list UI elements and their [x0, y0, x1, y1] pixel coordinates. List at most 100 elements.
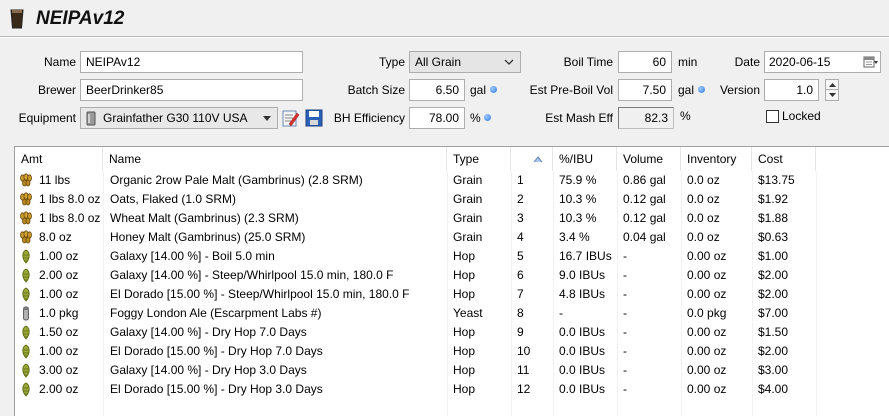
cell-volume: - — [623, 382, 627, 396]
table-row[interactable]: 2.00 oz Galaxy [14.00 %] - Steep/Whirlpoo… — [15, 266, 889, 285]
cell-order: 9 — [517, 325, 524, 339]
version-spinner[interactable] — [825, 79, 839, 101]
mash-eff-value: 82.3 — [618, 107, 674, 129]
cell-name: Galaxy [14.00 %] - Dry Hop 7.0 Days — [110, 325, 307, 339]
bh-efficiency-indicator-icon[interactable] — [484, 114, 491, 121]
table-row[interactable]: 2.00 oz El Dorado [15.00 %] - Dry Hop 3.0… — [15, 380, 889, 399]
chevron-up-icon — [829, 83, 836, 87]
cell-type: Hop — [453, 363, 476, 377]
date-value: 2020-06-15 — [769, 55, 831, 69]
equipment-select[interactable]: Grainfather G30 110V USA — [80, 107, 278, 129]
hop-icon — [19, 287, 33, 302]
cell-ibu: 4.8 IBUs — [559, 287, 606, 301]
chevron-down-icon — [504, 59, 514, 65]
table-row[interactable]: 1 lbs 8.0 oz Wheat Malt (Gambrinus) (2.3 … — [15, 209, 889, 228]
cell-cost: $2.00 — [758, 344, 789, 358]
boil-time-unit: min — [678, 55, 698, 69]
cell-cost: $0.63 — [758, 230, 789, 244]
cell-amt: 2.00 oz — [39, 382, 79, 396]
locked-checkbox[interactable] — [766, 110, 779, 123]
cell-order: 5 — [517, 249, 524, 263]
cell-amt: 1.50 oz — [39, 325, 79, 339]
mash-eff-label: Est Mash Eff — [545, 111, 613, 125]
pre-boil-vol-indicator-icon[interactable] — [698, 86, 705, 93]
cell-type: Hop — [453, 287, 476, 301]
spin-down-button[interactable] — [826, 90, 838, 100]
pre-boil-vol-label: Est Pre-Boil Vol — [529, 83, 613, 97]
bh-efficiency-label: BH Efficiency — [333, 111, 405, 125]
name-input[interactable]: NEIPAv12 — [80, 51, 303, 73]
table-row[interactable]: 11 lbs Organic 2row Pale Malt (Gambrinus)… — [15, 171, 889, 190]
cell-name: Wheat Malt (Gambrinus) (2.3 SRM) — [110, 211, 299, 225]
cell-amt: 1 lbs 8.0 oz — [39, 192, 101, 206]
sort-ascending-icon — [533, 156, 543, 163]
cell-volume: - — [623, 249, 627, 263]
cell-cost: $1.88 — [758, 211, 789, 225]
type-value: All Grain — [415, 55, 462, 69]
cell-order: 11 — [517, 363, 530, 377]
table-row[interactable]: 1.00 oz El Dorado [15.00 %] - Dry Hop 7.0… — [15, 342, 889, 361]
brewer-input[interactable]: BeerDrinker85 — [80, 79, 303, 101]
equipment-value: Grainfather G30 110V USA — [103, 111, 248, 125]
calendar-icon[interactable] — [862, 54, 878, 70]
bh-efficiency-input[interactable]: 78.00 — [409, 107, 465, 129]
cell-type: Grain — [453, 192, 483, 206]
col-header-name[interactable]: Name — [103, 147, 447, 171]
cell-volume: - — [623, 306, 627, 320]
chevron-down-icon — [829, 93, 836, 97]
batch-size-unit: gal — [470, 83, 487, 97]
locked-label: Locked — [782, 109, 821, 123]
cell-name: Galaxy [14.00 %] - Dry Hop 3.0 Days — [110, 363, 307, 377]
col-header-order[interactable] — [511, 147, 553, 171]
col-header-ibu[interactable]: %/IBU — [553, 147, 617, 171]
cell-ibu: 0.0 IBUs — [559, 344, 606, 358]
equipment-label: Equipment — [18, 111, 76, 125]
date-input[interactable]: 2020-06-15 — [764, 51, 881, 73]
col-header-cost[interactable]: Cost — [752, 147, 816, 171]
table-row[interactable]: 1.50 oz Galaxy [14.00 %] - Dry Hop 7.0 Da… — [15, 323, 889, 342]
table-row[interactable]: 3.00 oz Galaxy [14.00 %] - Dry Hop 3.0 Da… — [15, 361, 889, 380]
grain-icon — [19, 192, 33, 207]
cell-name: El Dorado [15.00 %] - Steep/Whirlpool 15… — [110, 287, 410, 301]
batch-size-indicator-icon[interactable] — [490, 86, 497, 93]
col-header-amt[interactable]: Amt — [15, 147, 103, 171]
cell-inventory: 0.00 oz — [687, 344, 727, 358]
cell-ibu: 10.3 % — [559, 192, 597, 206]
cell-ibu: 0.0 IBUs — [559, 325, 606, 339]
type-select[interactable]: All Grain — [409, 51, 521, 73]
col-header-volume[interactable]: Volume — [617, 147, 681, 171]
yeast-icon — [19, 306, 33, 321]
spin-up-button[interactable] — [826, 80, 838, 90]
table-row[interactable]: 1.0 pkg Foggy London Ale (Escarpment Labs… — [15, 304, 889, 323]
cell-order: 7 — [517, 287, 524, 301]
brewer-label: Brewer — [37, 83, 76, 97]
batch-size-input[interactable]: 6.50 — [409, 79, 465, 101]
recipe-title: NEIPAv12 — [36, 8, 125, 29]
mash-eff-unit: % — [680, 109, 691, 123]
cell-name: Galaxy [14.00 %] - Boil 5.0 min — [110, 249, 275, 263]
cell-amt: 11 lbs — [39, 173, 71, 187]
hop-icon — [19, 363, 33, 378]
table-row[interactable]: 1.00 oz El Dorado [15.00 %] - Steep/Whirl… — [15, 285, 889, 304]
cell-name: Foggy London Ale (Escarpment Labs #) — [110, 306, 322, 320]
col-header-type[interactable]: Type — [447, 147, 511, 171]
table-row[interactable]: 1 lbs 8.0 oz Oats, Flaked (1.0 SRM) Grain 2… — [15, 190, 889, 209]
cell-name: El Dorado [15.00 %] - Dry Hop 3.0 Days — [110, 382, 323, 396]
cell-amt: 1.00 oz — [39, 249, 79, 263]
cell-inventory: 0.0 oz — [687, 230, 720, 244]
cell-order: 6 — [517, 268, 524, 282]
date-label: Date — [734, 55, 760, 69]
table-row[interactable]: 1.00 oz Galaxy [14.00 %] - Boil 5.0 min Ho… — [15, 247, 889, 266]
type-label: Type — [378, 55, 405, 69]
table-row[interactable]: 8.0 oz Honey Malt (Gambrinus) (25.0 SRM) G… — [15, 228, 889, 247]
pre-boil-vol-input[interactable]: 7.50 — [618, 79, 672, 101]
cell-volume: 0.86 gal — [623, 173, 666, 187]
edit-equipment-icon[interactable] — [281, 108, 301, 128]
col-header-inventory[interactable]: Inventory — [681, 147, 752, 171]
hop-icon — [19, 268, 33, 283]
boil-time-input[interactable]: 60 — [618, 51, 672, 73]
boil-time-label: Boil Time — [563, 55, 613, 69]
cell-order: 3 — [517, 211, 524, 225]
cell-amt: 2.00 oz — [39, 268, 79, 282]
version-input[interactable]: 1.0 — [764, 79, 819, 101]
